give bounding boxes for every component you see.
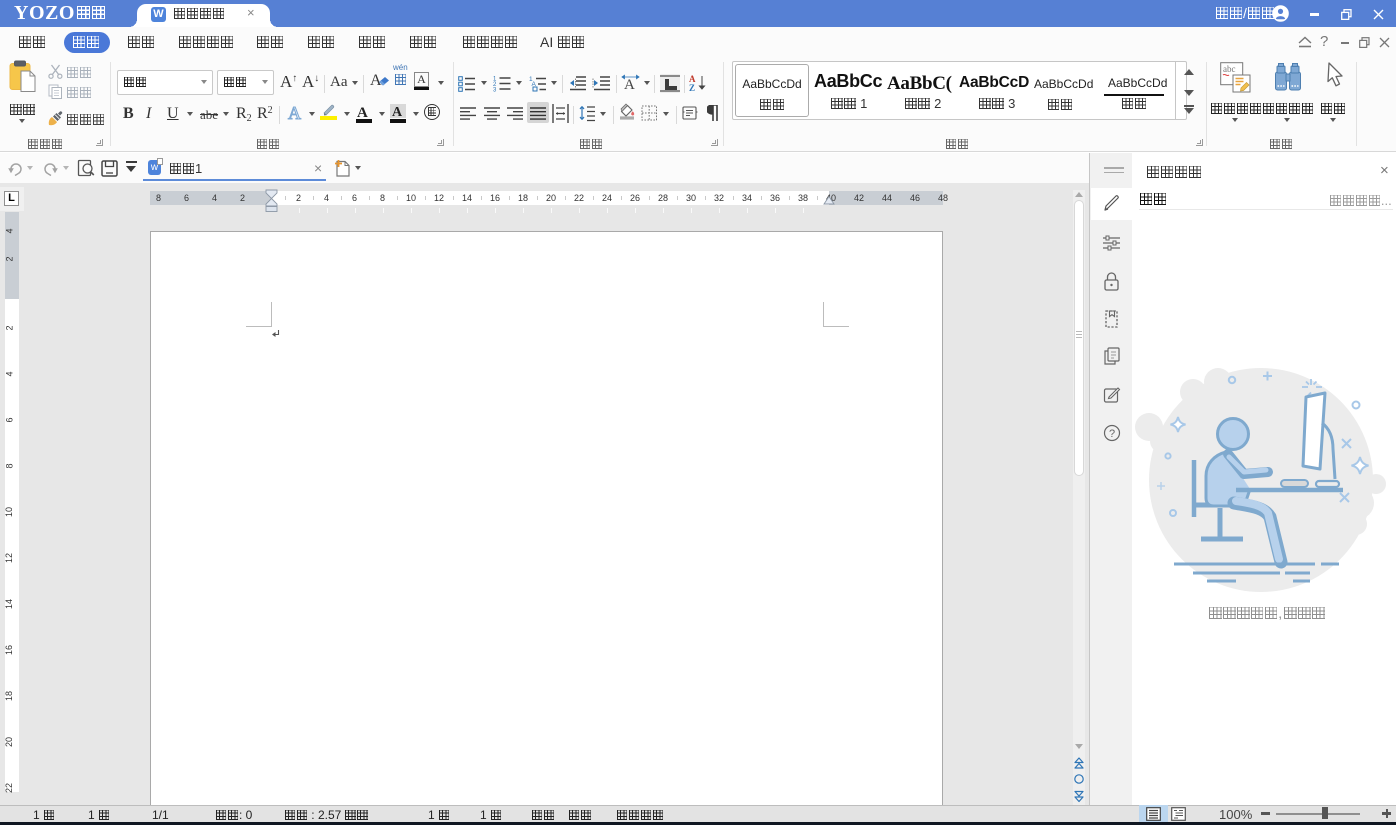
svg-text:?: ? [1109, 428, 1115, 440]
svg-text:abc: abc [1223, 64, 1236, 74]
svg-text:A: A [624, 77, 635, 92]
svg-text:3: 3 [493, 88, 497, 93]
svg-text:Z: Z [689, 83, 695, 93]
